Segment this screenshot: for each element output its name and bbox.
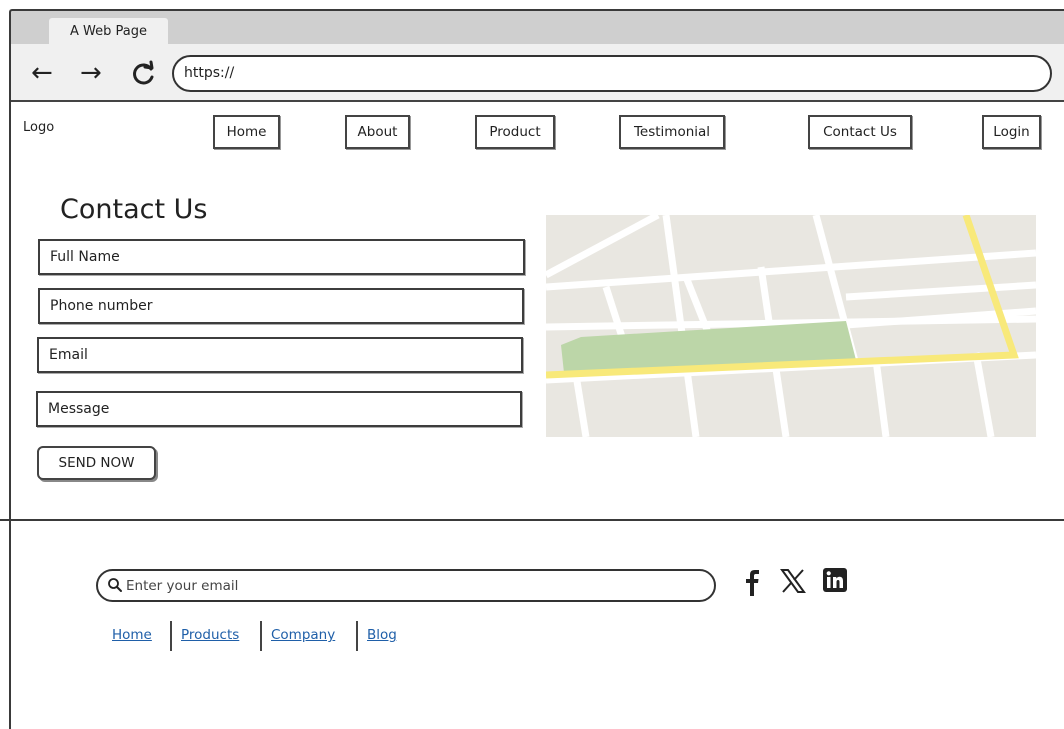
full-name-field[interactable]: Full Name — [38, 239, 525, 275]
nav-contact-us-button[interactable]: Contact Us — [808, 115, 912, 149]
nav-testimonial-button[interactable]: Testimonial — [619, 115, 725, 149]
nav-login-button[interactable]: Login — [982, 115, 1041, 149]
address-bar[interactable] — [172, 55, 1052, 92]
phone-number-field[interactable]: Phone number — [38, 288, 524, 324]
linkedin-icon[interactable] — [822, 567, 848, 593]
footer-link-products[interactable]: Products — [181, 627, 239, 643]
send-now-button[interactable]: SEND NOW — [37, 446, 156, 480]
reload-icon[interactable] — [129, 60, 157, 88]
footer-link-separator — [260, 621, 262, 651]
footer-divider — [0, 519, 1064, 521]
email-field[interactable]: Email — [37, 337, 523, 373]
address-bar-url: https:// — [184, 65, 235, 81]
email-subscribe-input[interactable] — [124, 573, 684, 598]
logo: Logo — [23, 120, 55, 135]
arrow-left-icon[interactable]: ← — [31, 58, 53, 88]
footer-link-separator — [356, 621, 358, 651]
arrow-right-icon[interactable]: → — [80, 58, 102, 88]
footer-link-company[interactable]: Company — [271, 627, 335, 643]
footer-link-separator — [170, 621, 172, 651]
location-map[interactable] — [544, 211, 1037, 438]
x-icon[interactable] — [780, 568, 806, 594]
facebook-icon[interactable] — [742, 564, 762, 598]
search-icon — [107, 577, 123, 593]
contact-title: Contact Us — [60, 194, 208, 225]
footer-link-blog[interactable]: Blog — [367, 627, 397, 643]
nav-about-button[interactable]: About — [345, 115, 410, 149]
nav-product-button[interactable]: Product — [475, 115, 555, 149]
nav-home-button[interactable]: Home — [213, 115, 280, 149]
footer-link-home[interactable]: Home — [112, 627, 152, 643]
message-field[interactable]: Message — [36, 391, 522, 427]
